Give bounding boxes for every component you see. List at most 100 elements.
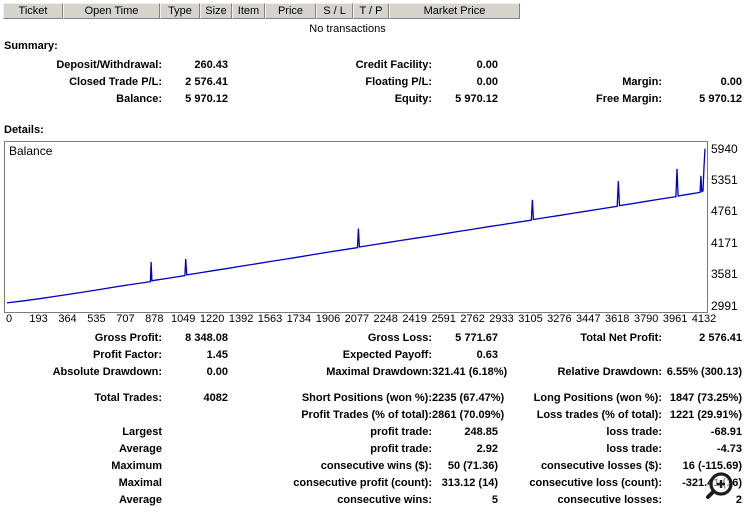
summary-row: Balance: 5 970.12 Equity: 5 970.12 Free Marg… (0, 91, 742, 108)
y-tick-label: 5940 (711, 141, 738, 156)
stats-label (498, 347, 662, 364)
x-tick-label: 0 (6, 313, 13, 325)
stats-label: Loss trades (% of total): (536, 409, 662, 421)
stats-value: 6.55% (300.13) (666, 366, 742, 378)
stats-label: Short Positions (won %): (301, 392, 432, 404)
stats-value: 2.92 (476, 443, 498, 455)
x-tick-label: 535 (87, 313, 106, 325)
x-tick-label: 1734 (286, 313, 312, 325)
summary-value: 5 970.12 (185, 93, 228, 105)
summary-heading: Summary: (4, 40, 58, 52)
stats-label: profit trade: (370, 443, 432, 455)
stats-label: consecutive wins ($): (320, 460, 432, 472)
stats-value: 0.63 (476, 349, 498, 361)
stats-label: profit trade: (370, 426, 432, 438)
x-tick-label: 3447 (576, 313, 601, 325)
column-header-s-l: S / L (316, 3, 353, 19)
summary-value: 5 970.12 (699, 93, 742, 105)
summary-value: 0.00 (476, 59, 498, 71)
x-tick-label: 2419 (402, 313, 427, 325)
stats-row: Maximum consecutive wins ($): 50 (71.36) co… (0, 458, 742, 475)
stats-label: Average (118, 494, 162, 506)
summary-label (498, 57, 662, 74)
x-tick-label: 1220 (199, 313, 225, 325)
zoom-icon[interactable] (703, 470, 737, 504)
stats-label: loss trade: (606, 443, 662, 455)
stats-label: Gross Profit: (94, 332, 162, 344)
x-tick-label: 1906 (315, 313, 341, 325)
x-tick-label: 193 (29, 313, 48, 325)
stats-label (0, 407, 162, 424)
details-heading: Details: (4, 124, 44, 136)
summary-label: Free Margin: (595, 93, 662, 105)
stats-label: loss trade: (606, 426, 662, 438)
summary-label: Closed Trade P/L: (69, 76, 162, 88)
stats-value: 1847 (73.25%) (669, 392, 742, 404)
balance-chart-plot (6, 148, 706, 304)
stats-row: Total Trades: 4082 Short Positions (won %)… (0, 390, 742, 407)
stats-label: Average (118, 443, 162, 455)
x-tick-label: 2248 (373, 313, 398, 325)
summary-section: Deposit/Withdrawal: 260.43 Credit Facility… (0, 57, 742, 108)
summary-value: 260.43 (194, 59, 228, 71)
chart-y-axis: 5940 5351 4761 4171 3581 2991 (711, 141, 749, 313)
summary-value: 5 970.12 (455, 93, 498, 105)
stats-row: Average consecutive wins: 5 consecutive los… (0, 492, 742, 509)
summary-label: Floating P/L: (365, 76, 432, 88)
stats-label: Long Positions (won %): (533, 392, 662, 404)
summary-row: Closed Trade P/L: 2 576.41 Floating P/L: 0.… (0, 74, 742, 91)
balance-chart: Balance (4, 141, 708, 313)
stats-value (162, 424, 228, 441)
stats-value (162, 441, 228, 458)
x-tick-label: 2591 (431, 313, 456, 325)
stats-label: consecutive losses: (557, 494, 662, 506)
stats-label: Maximal Drawdown: (326, 366, 432, 378)
x-tick-label: 3276 (547, 313, 572, 325)
stats-label: consecutive wins: (337, 494, 432, 506)
summary-label: Margin: (622, 76, 662, 88)
x-tick-label: 3961 (662, 313, 688, 325)
stats-value (162, 407, 228, 424)
summary-value: 0.00 (476, 76, 498, 88)
summary-row: Deposit/Withdrawal: 260.43 Credit Facility… (0, 57, 742, 74)
stats-row: Largest profit trade: 248.85 loss trade: -68… (0, 424, 742, 441)
stats-value (162, 492, 228, 509)
summary-label: Deposit/Withdrawal: (56, 59, 162, 71)
x-tick-label: 1049 (170, 313, 196, 325)
summary-label: Balance: (116, 93, 162, 105)
stats-label: Total Net Profit: (580, 332, 662, 344)
stats-label: Maximal (118, 477, 162, 489)
stats-row: Profit Trades (% of total): 2861 (70.09%)… (0, 407, 742, 424)
x-tick-label: 878 (145, 313, 164, 325)
y-tick-label: 3581 (711, 267, 738, 282)
stats-value: 2 576.41 (699, 332, 742, 344)
stats-value: 313.12 (14) (441, 477, 498, 489)
x-tick-label: 3790 (633, 313, 659, 325)
stats-value: 4082 (203, 392, 228, 404)
column-header-open-time: Open Time (63, 3, 160, 19)
stats-label: consecutive loss (count): (529, 477, 662, 489)
balance-line (6, 148, 706, 304)
x-tick-label: 2077 (344, 313, 370, 325)
no-transactions-text: No transactions (309, 23, 386, 35)
stats-row: Average profit trade: 2.92 loss trade: -4.73 (0, 441, 742, 458)
stats-value: 2861 (70.09%) (432, 409, 505, 421)
summary-value: 0.00 (720, 76, 742, 88)
stats-value: 0.00 (206, 366, 228, 378)
transactions-table-header: Ticket Open Time Type Size Item Price S / LT /… (3, 3, 520, 19)
x-tick-label: 4132 (691, 313, 717, 325)
stats-label: Relative Drawdown: (557, 366, 662, 378)
x-tick-label: 1392 (228, 313, 254, 325)
stats-label: Maximum (111, 460, 162, 472)
statistics-section: Gross Profit: 8 348.08 Gross Loss: 5 771.67… (0, 330, 742, 509)
x-tick-label: 3618 (604, 313, 630, 325)
x-tick-label: 2933 (489, 313, 514, 325)
stats-row: Gross Profit: 8 348.08 Gross Loss: 5 771.67… (0, 330, 742, 347)
strategy-report-page: Ticket Open Time Type Size Item Price S / LT /… (0, 0, 750, 515)
stats-label: Largest (122, 426, 162, 438)
stats-row: Maximal consecutive profit (count): 313.12… (0, 475, 742, 492)
column-header-price: Price (265, 3, 316, 19)
stats-label: consecutive losses ($): (540, 460, 662, 472)
column-header-item: Item (232, 3, 265, 19)
x-tick-label: 364 (58, 313, 77, 325)
